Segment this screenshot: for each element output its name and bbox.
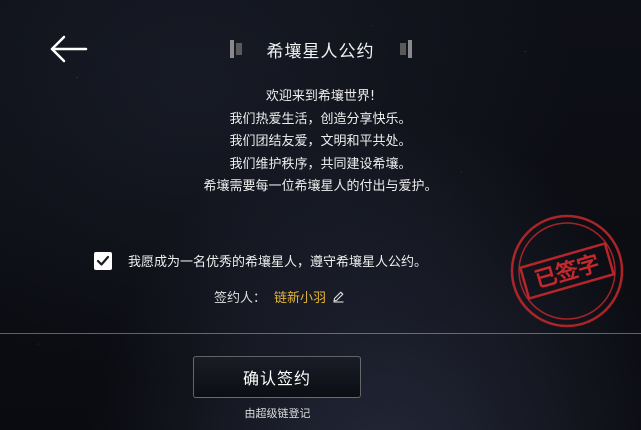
pledge-text: 欢迎来到希壤世界! 我们热爱生活，创造分享快乐。 我们团结友爱，文明和平共处。 …: [0, 86, 641, 199]
pledge-line: 我们热爱生活，创造分享快乐。: [229, 111, 412, 127]
title-decoration-left-icon: [229, 40, 242, 58]
pledge-line: 希壤需要每一位希壤星人的付出与爱护。: [203, 179, 438, 194]
page-header: 希壤星人公约: [0, 34, 641, 64]
pledge-line: 欢迎来到希壤世界!: [265, 89, 376, 104]
signer-label: 签约人：: [214, 291, 267, 306]
confirm-sign-button[interactable]: 确认签约: [193, 356, 361, 398]
divider: [0, 333, 641, 334]
signed-stamp: 已签字: [510, 214, 624, 328]
signer-row: 签约人： 链新小羽: [214, 287, 345, 306]
page-title: 希壤星人公约: [266, 41, 375, 62]
footer-text: 由超级链登记: [244, 407, 311, 420]
agreement-row: 我愿成为一名优秀的希壤星人，遵守希壤星人公约。: [94, 251, 427, 270]
title-decoration-right-icon: [399, 40, 412, 58]
checkmark-icon: [96, 255, 110, 266]
agreement-text: 我愿成为一名优秀的希壤星人，遵守希壤星人公约。: [128, 255, 428, 270]
agreement-checkbox[interactable]: [94, 251, 112, 270]
pledge-line: 我们维护秩序，共同建设希壤。: [229, 156, 412, 172]
pencil-icon[interactable]: [332, 290, 345, 303]
signer-name[interactable]: 链新小羽: [274, 287, 326, 306]
pledge-line: 我们团结友爱，文明和平共处。: [229, 134, 412, 149]
